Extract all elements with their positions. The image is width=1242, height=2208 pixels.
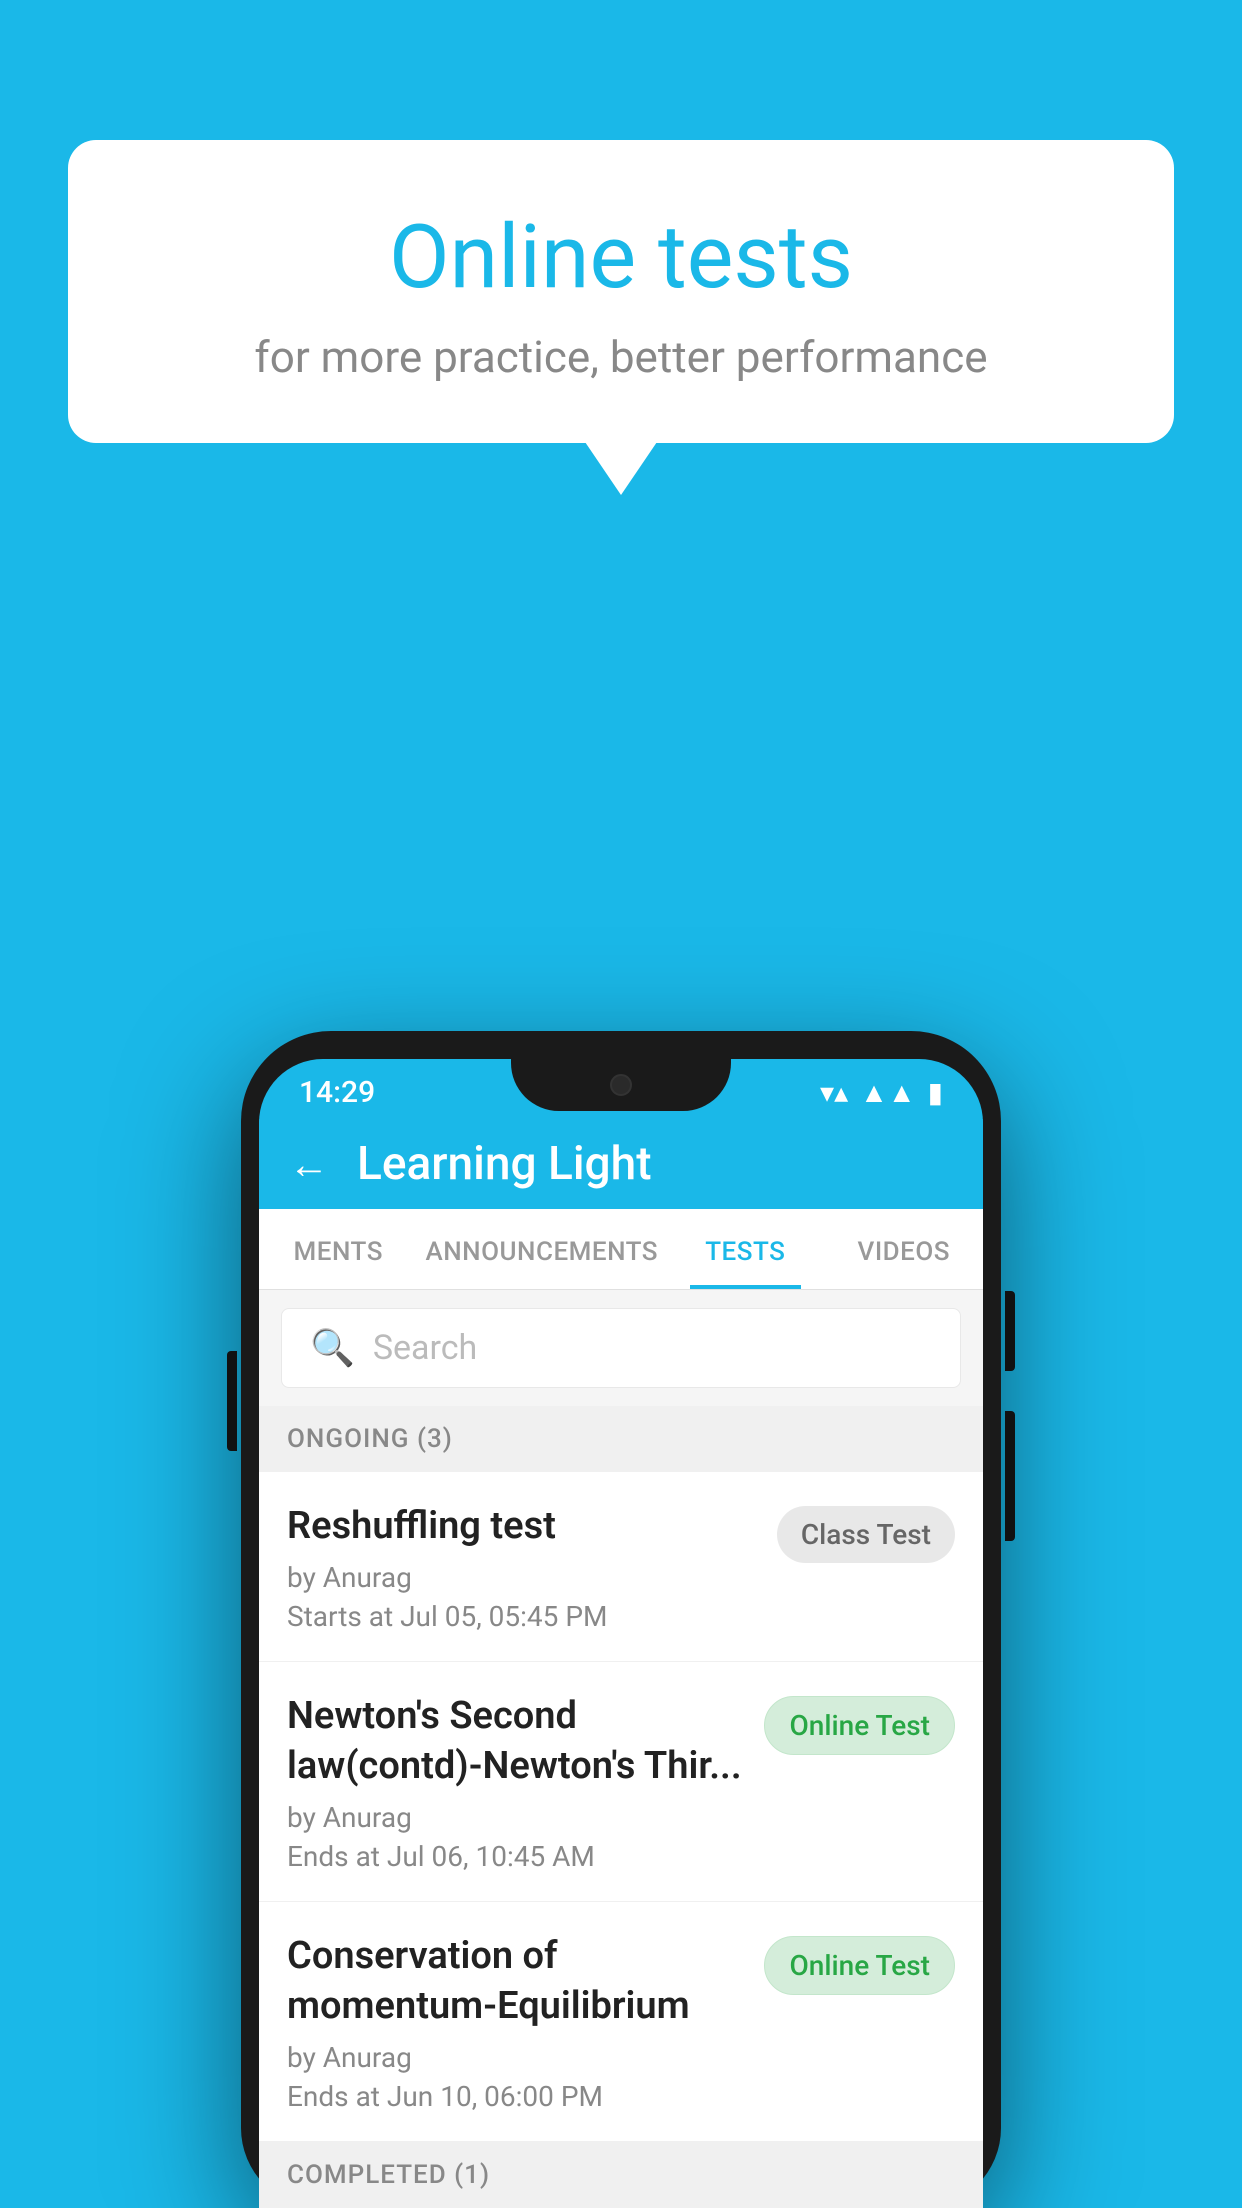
side-button-volume	[227, 1351, 237, 1451]
completed-section-header: COMPLETED (1)	[259, 2142, 983, 2208]
test-time: Ends at Jul 06, 10:45 AM	[287, 1840, 744, 1873]
test-badge-online: Online Test	[764, 1936, 955, 1995]
side-button-volume-right	[1005, 1411, 1015, 1541]
speech-bubble-container: Online tests for more practice, better p…	[68, 140, 1174, 443]
phone-shell: 14:29 ▾▴ ▲▲ ▮ ← Learning Light MENTS ANN…	[241, 1031, 1001, 2208]
test-author: by Anurag	[287, 2041, 744, 2074]
side-button-power	[1005, 1291, 1015, 1371]
tab-announcements[interactable]: ANNOUNCEMENTS	[417, 1209, 666, 1289]
back-button[interactable]: ←	[289, 1141, 329, 1188]
signal-icon: ▲▲	[860, 1076, 915, 1109]
camera	[610, 1074, 632, 1096]
test-badge-online: Online Test	[764, 1696, 955, 1755]
tabs-bar: MENTS ANNOUNCEMENTS TESTS VIDEOS	[259, 1209, 983, 1290]
status-time: 14:29	[299, 1075, 375, 1110]
test-item-content: Newton's Second law(contd)-Newton's Thir…	[287, 1692, 764, 1873]
test-item[interactable]: Conservation of momentum-Equilibrium by …	[259, 1902, 983, 2142]
test-item[interactable]: Newton's Second law(contd)-Newton's Thir…	[259, 1662, 983, 1902]
app-header: ← Learning Light	[259, 1119, 983, 1209]
speech-bubble: Online tests for more practice, better p…	[68, 140, 1174, 443]
tab-tests[interactable]: TESTS	[666, 1209, 824, 1289]
test-item-content: Conservation of momentum-Equilibrium by …	[287, 1932, 764, 2113]
tab-videos[interactable]: VIDEOS	[825, 1209, 983, 1289]
search-box[interactable]: 🔍 Search	[281, 1308, 961, 1388]
search-input[interactable]: Search	[373, 1328, 477, 1368]
test-title: Newton's Second law(contd)-Newton's Thir…	[287, 1692, 744, 1791]
battery-icon: ▮	[928, 1076, 943, 1109]
test-item[interactable]: Reshuffling test by Anurag Starts at Jul…	[259, 1472, 983, 1662]
test-time: Ends at Jun 10, 06:00 PM	[287, 2080, 744, 2113]
test-list: Reshuffling test by Anurag Starts at Jul…	[259, 1472, 983, 2142]
tab-ments[interactable]: MENTS	[259, 1209, 417, 1289]
phone-wrapper: 14:29 ▾▴ ▲▲ ▮ ← Learning Light MENTS ANN…	[241, 1031, 1001, 2208]
test-badge-class: Class Test	[777, 1506, 955, 1563]
bubble-title: Online tests	[128, 210, 1114, 307]
wifi-icon: ▾▴	[820, 1076, 848, 1109]
test-time: Starts at Jul 05, 05:45 PM	[287, 1600, 757, 1633]
phone-frame: 14:29 ▾▴ ▲▲ ▮ ← Learning Light MENTS ANN…	[241, 1031, 1001, 2208]
status-icons: ▾▴ ▲▲ ▮	[820, 1076, 943, 1109]
ongoing-section-header: ONGOING (3)	[259, 1406, 983, 1472]
bubble-subtitle: for more practice, better performance	[128, 331, 1114, 383]
phone-screen: 14:29 ▾▴ ▲▲ ▮ ← Learning Light MENTS ANN…	[259, 1059, 983, 2208]
test-author: by Anurag	[287, 1801, 744, 1834]
phone-notch	[511, 1059, 731, 1111]
app-header-title: Learning Light	[357, 1137, 652, 1191]
test-title: Reshuffling test	[287, 1502, 757, 1551]
test-author: by Anurag	[287, 1561, 757, 1594]
search-container: 🔍 Search	[259, 1290, 983, 1406]
search-icon: 🔍	[310, 1327, 355, 1369]
test-item-content: Reshuffling test by Anurag Starts at Jul…	[287, 1502, 777, 1633]
test-title: Conservation of momentum-Equilibrium	[287, 1932, 744, 2031]
